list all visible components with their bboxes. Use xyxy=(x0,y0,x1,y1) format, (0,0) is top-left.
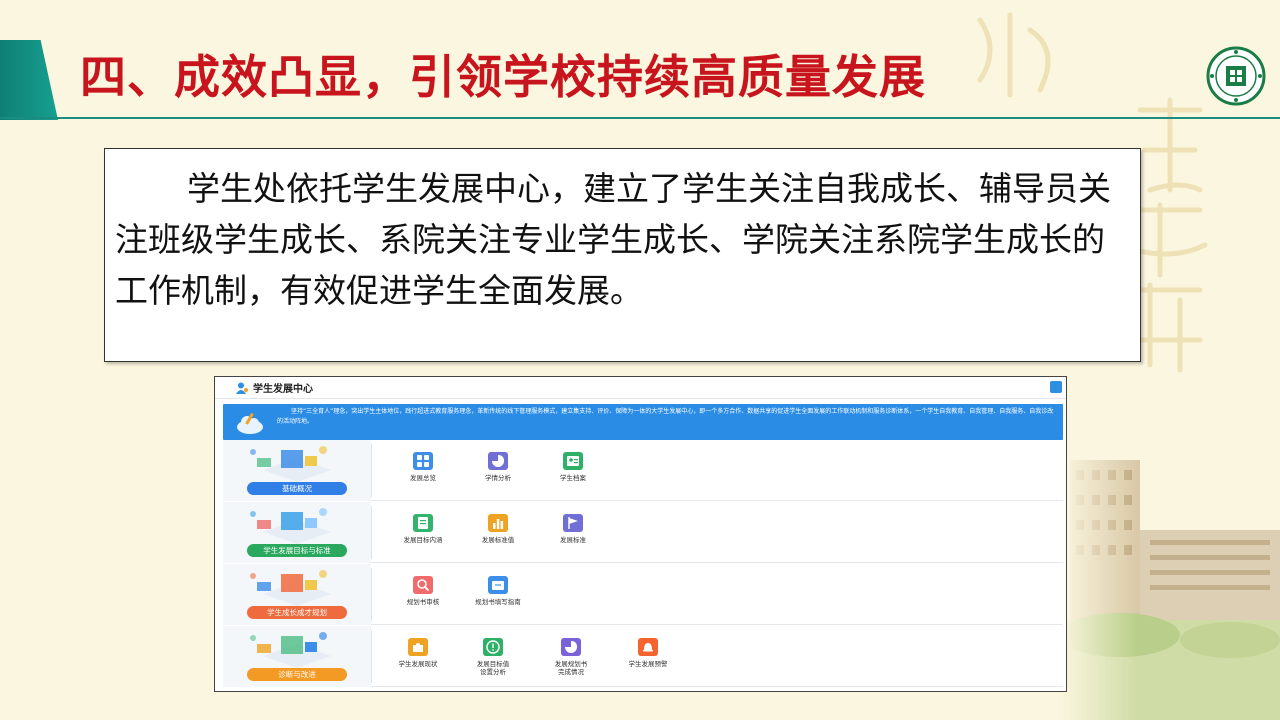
app-label: 发展总览 xyxy=(410,474,436,482)
puzzle-icon[interactable] xyxy=(408,638,428,656)
section-illustration: 学生成长成才规划 xyxy=(223,564,371,625)
screenshot-title: 学生发展中心 xyxy=(253,384,313,395)
section-illustration: 基础概况 xyxy=(223,440,371,501)
body-text-card: 学生处依托学生发展中心，建立了学生关注自我成长、辅导员关注班级学生成长、系院关注… xyxy=(104,148,1141,362)
section-tag[interactable]: 学生发展目标与标准 xyxy=(247,544,347,557)
section-row: 学生发展目标与标准 发展目标内涵 发展标准值 发展标准 xyxy=(223,502,1063,563)
app-label: 发展标准 xyxy=(560,536,586,544)
app-shortcut[interactable]: 发展总览 xyxy=(393,452,453,482)
settings-icon[interactable] xyxy=(1050,381,1062,393)
cloud-pencil-icon xyxy=(237,412,263,434)
app-label: 规划书填写指南 xyxy=(475,598,521,606)
campus-photo xyxy=(1060,420,1280,720)
app-label: 发展目标内涵 xyxy=(403,536,443,544)
intro-banner: 坚持“三全育人”理念，突出学生主体地位，践行超进式教育服务理念，革新传统的线下管… xyxy=(223,404,1063,440)
section-row: 学生成长成才规划 规划书审核 规划书填写指南 xyxy=(223,564,1063,625)
app-shortcut[interactable]: 学情分析 xyxy=(468,452,528,482)
intro-text: 坚持“三全育人”理念，突出学生主体地位，践行超进式教育服务理念，革新传统的线下管… xyxy=(277,408,1054,425)
app-label: 学生发展预警 xyxy=(628,660,668,668)
app-shortcut[interactable]: 规划书填写指南 xyxy=(468,576,528,606)
slide-title: 四、成效凸显，引领学校持续高质量发展 xyxy=(80,50,926,104)
app-shortcut[interactable]: 发展标准 xyxy=(543,514,603,544)
section-tag[interactable]: 学生成长成才规划 xyxy=(247,606,347,619)
review-icon[interactable] xyxy=(413,576,433,594)
guide-icon[interactable] xyxy=(488,576,508,594)
section-illustration: 诊断与改进 xyxy=(223,626,371,687)
alert-icon[interactable] xyxy=(483,638,503,656)
bell-icon[interactable] xyxy=(638,638,658,656)
app-label: 学情分析 xyxy=(485,474,511,482)
pie-icon[interactable] xyxy=(561,638,581,656)
header-divider xyxy=(0,117,1280,119)
app-shortcut[interactable]: 学生发展现状 xyxy=(388,638,448,668)
student-development-center-screenshot: 学生发展中心 坚持“三全育人”理念，突出学生主体地位，践行超进式教育服务理念，革… xyxy=(214,376,1067,692)
app-shortcut[interactable]: 规划书审核 xyxy=(393,576,453,606)
grid-icon[interactable] xyxy=(413,452,433,470)
section-row: 诊断与改进 学生发展现状 发展目标值 设置分析 发展规划书 完成情况 学生发展预警 xyxy=(223,626,1063,687)
school-logo xyxy=(1206,46,1266,106)
app-shortcut[interactable]: 发展规划书 完成情况 xyxy=(541,638,601,676)
row-divider xyxy=(371,630,372,683)
section-row: 基础概况 发展总览 学情分析 学生档案 xyxy=(223,440,1063,501)
app-label: 发展规划书 完成情况 xyxy=(554,660,588,676)
doc-icon[interactable] xyxy=(413,514,433,532)
app-label: 发展标准值 xyxy=(481,536,515,544)
pie-icon[interactable] xyxy=(488,452,508,470)
user-group-icon xyxy=(236,382,248,394)
app-label: 学生档案 xyxy=(560,474,586,482)
header-accent xyxy=(0,40,58,120)
section-illustration: 学生发展目标与标准 xyxy=(223,502,371,563)
profile-icon[interactable] xyxy=(563,452,583,470)
row-divider xyxy=(371,506,372,559)
screenshot-titlebar: 学生发展中心 xyxy=(215,377,1066,399)
app-shortcut[interactable]: 发展目标内涵 xyxy=(393,514,453,544)
row-divider xyxy=(371,444,372,497)
body-paragraph: 学生处依托学生发展中心，建立了学生关注自我成长、辅导员关注班级学生成长、系院关注… xyxy=(115,169,1111,310)
row-divider xyxy=(371,568,372,621)
app-label: 发展目标值 设置分析 xyxy=(476,660,510,676)
bar-chart-icon[interactable] xyxy=(488,514,508,532)
app-shortcut[interactable]: 发展目标值 设置分析 xyxy=(463,638,523,676)
section-tag[interactable]: 基础概况 xyxy=(247,482,347,495)
app-shortcut[interactable]: 学生发展预警 xyxy=(618,638,678,668)
section-tag[interactable]: 诊断与改进 xyxy=(247,668,347,681)
app-shortcut[interactable]: 发展标准值 xyxy=(468,514,528,544)
app-label: 规划书审核 xyxy=(406,598,440,606)
app-shortcut[interactable]: 学生档案 xyxy=(543,452,603,482)
flag-icon[interactable] xyxy=(563,514,583,532)
app-label: 学生发展现状 xyxy=(398,660,438,668)
